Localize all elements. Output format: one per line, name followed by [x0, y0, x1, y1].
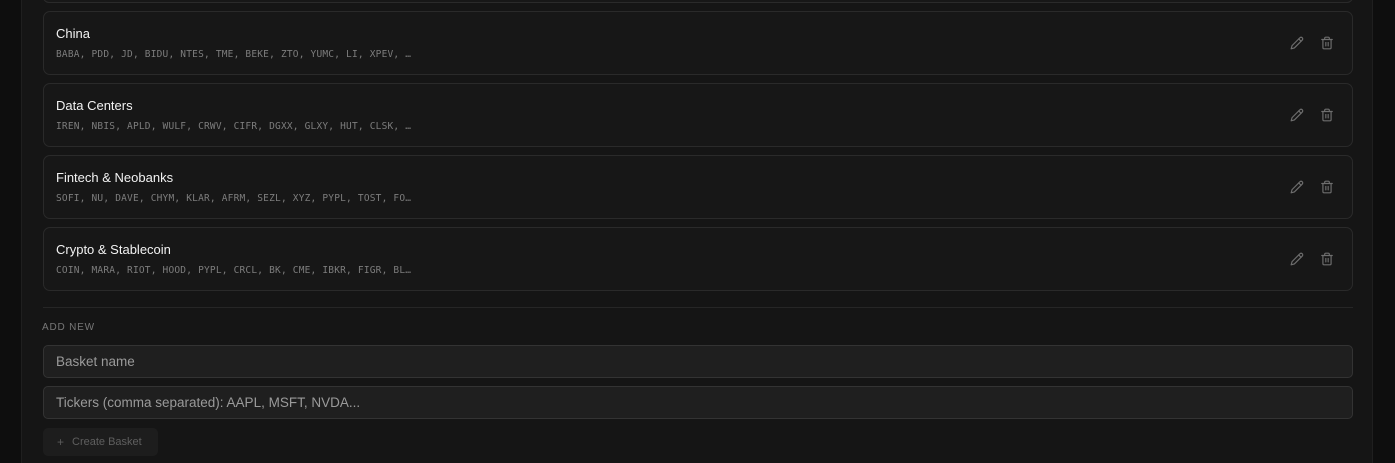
basket-card-fintech-neobanks[interactable]: Fintech & Neobanks SOFI, NU, DAVE, CHYM,…	[43, 155, 1353, 219]
edit-basket-button[interactable]	[1288, 178, 1306, 196]
delete-basket-button[interactable]	[1318, 106, 1336, 124]
basket-card-data-centers[interactable]: Data Centers IREN, NBIS, APLD, WULF, CRW…	[43, 83, 1353, 147]
edit-basket-button[interactable]	[1288, 250, 1306, 268]
add-new-heading: ADD NEW	[42, 322, 95, 333]
baskets-panel: China BABA, PDD, JD, BIDU, NTES, TME, BE…	[21, 0, 1373, 463]
create-basket-button[interactable]: + Create Basket	[43, 428, 158, 456]
delete-basket-button[interactable]	[1318, 250, 1336, 268]
pencil-icon	[1290, 36, 1304, 50]
plus-icon: +	[57, 435, 65, 449]
basket-tickers: COIN, MARA, RIOT, HOOD, PYPL, CRCL, BK, …	[56, 265, 412, 276]
basket-tickers: BABA, PDD, JD, BIDU, NTES, TME, BEKE, ZT…	[56, 49, 412, 60]
previous-basket-card	[43, 0, 1353, 3]
edit-basket-button[interactable]	[1288, 34, 1306, 52]
tickers-input[interactable]	[43, 386, 1353, 419]
basket-tickers: SOFI, NU, DAVE, CHYM, KLAR, AFRM, SEZL, …	[56, 193, 412, 204]
basket-name: Fintech & Neobanks	[56, 170, 174, 185]
section-divider	[43, 307, 1353, 308]
basket-name: China	[56, 26, 90, 41]
basket-tickers: IREN, NBIS, APLD, WULF, CRWV, CIFR, DGXX…	[56, 121, 412, 132]
trash-icon	[1321, 180, 1333, 194]
delete-basket-button[interactable]	[1318, 34, 1336, 52]
create-basket-label: Create Basket	[72, 436, 142, 448]
trash-icon	[1321, 36, 1333, 50]
basket-card-china[interactable]: China BABA, PDD, JD, BIDU, NTES, TME, BE…	[43, 11, 1353, 75]
delete-basket-button[interactable]	[1318, 178, 1336, 196]
basket-name-input[interactable]	[43, 345, 1353, 378]
trash-icon	[1321, 108, 1333, 122]
edit-basket-button[interactable]	[1288, 106, 1306, 124]
basket-card-crypto-stablecoin[interactable]: Crypto & Stablecoin COIN, MARA, RIOT, HO…	[43, 227, 1353, 291]
pencil-icon	[1290, 108, 1304, 122]
pencil-icon	[1290, 180, 1304, 194]
pencil-icon	[1290, 252, 1304, 266]
basket-name: Data Centers	[56, 98, 133, 113]
basket-name: Crypto & Stablecoin	[56, 242, 171, 257]
trash-icon	[1321, 252, 1333, 266]
